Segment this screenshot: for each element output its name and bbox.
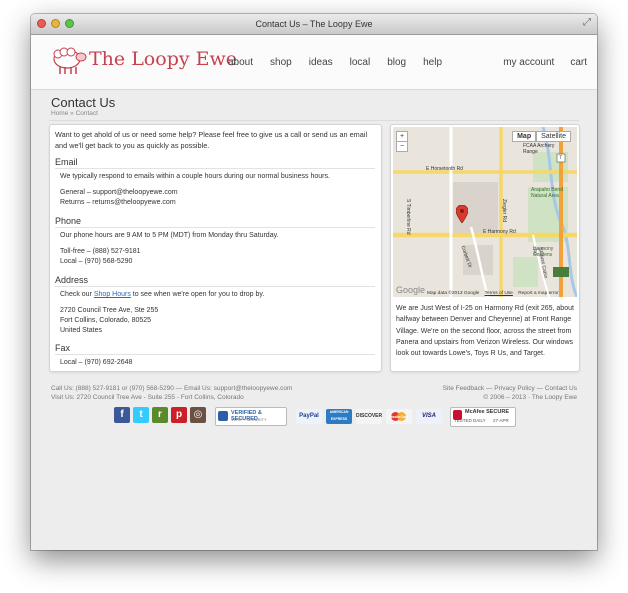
map-type-satellite-button[interactable]: Satellite — [536, 131, 571, 142]
location-card: + − Map Satellite E Horsetooth Rd E Harm… — [390, 124, 580, 372]
facebook-icon[interactable]: f — [114, 407, 130, 423]
amex-icon: AMERICAN EXPRESS — [326, 409, 352, 424]
phone-divider — [55, 227, 375, 228]
map-label-arapaho: Arapaho Bend Natural Area — [531, 187, 563, 199]
title-bar: Contact Us – The Loopy Ewe ⤢ — [31, 14, 597, 35]
nav-local[interactable]: local — [350, 57, 371, 68]
contact-info-card: Want to get ahold of us or need some hel… — [49, 124, 382, 372]
title-divider — [49, 120, 579, 121]
nav-cart[interactable]: cart — [570, 57, 587, 68]
map-type-control: Map Satellite — [512, 131, 571, 142]
map-attribution: Map data ©2013 Google Terms of Use Repor… — [427, 291, 563, 296]
close-window-icon[interactable] — [37, 19, 46, 28]
nav-help[interactable]: help — [423, 57, 442, 68]
address-heading: Address — [55, 275, 89, 285]
footer-links: Site Feedback — Privacy Policy — Contact… — [443, 384, 577, 402]
google-map[interactable]: + − Map Satellite E Horsetooth Rd E Harm… — [393, 127, 577, 297]
map-marker-icon[interactable] — [456, 205, 468, 223]
map-report-link[interactable]: Report a map error — [518, 291, 559, 296]
fax-divider — [55, 354, 375, 355]
pinterest-icon[interactable]: p — [171, 407, 187, 423]
street-address: 2720 Council Tree Ave, Ste 255 Fort Coll… — [60, 306, 158, 335]
address-line1: 2720 Council Tree Ave, Ste 255 — [60, 307, 159, 314]
mcafee-tested: TESTED DAILY — [454, 418, 486, 423]
site-header: The Loopy Ewe about shop ideas local blo… — [31, 35, 597, 90]
phone-heading: Phone — [55, 216, 82, 226]
email-heading: Email — [55, 157, 78, 167]
minimize-window-icon[interactable] — [51, 19, 60, 28]
mastercard-icon: MasterCard — [386, 409, 412, 424]
mcafee-secure-badge[interactable]: McAfee SECURE TESTED DAILY 27-APR — [450, 407, 516, 427]
browser-window: Contact Us – The Loopy Ewe ⤢ The Loopy E… — [31, 14, 597, 550]
address-divider — [55, 286, 375, 287]
map-data-text: Map data ©2013 Google — [427, 291, 480, 296]
site-logo[interactable]: The Loopy Ewe — [49, 44, 239, 78]
map-label-harmony: E Harmony Rd — [483, 229, 516, 235]
footer-visit-line: Visit Us: 2720 Council Tree Ave - Suite … — [51, 394, 244, 401]
sheep-logo-icon — [53, 47, 87, 74]
discover-icon: DISCOVER — [356, 409, 382, 424]
mastercard-text: MasterCard — [389, 415, 409, 419]
logo-text: The Loopy Ewe — [89, 48, 238, 70]
paypal-icon: PayPal — [296, 409, 322, 424]
email-list: General – support@theloopyewe.com Return… — [60, 188, 178, 208]
phone-list: Toll-free – (888) 527-9181 Local – (970)… — [60, 247, 141, 267]
breadcrumb[interactable]: Home » Contact — [51, 110, 98, 117]
footer-link-row[interactable]: Site Feedback — Privacy Policy — Contact… — [443, 384, 577, 393]
address-line2: Fort Collins, Colorado, 80525 — [60, 316, 152, 324]
nav-blog[interactable]: blog — [387, 57, 406, 68]
footer-contact: Call Us: (888) 527-9181 or (970) 568-529… — [51, 384, 292, 402]
nav-shop[interactable]: shop — [270, 57, 292, 68]
phone-tollfree: Toll-free – (888) 527-9181 — [60, 248, 141, 255]
map-label-ziegler: Ziegler Rd — [501, 199, 507, 223]
google-logo[interactable]: Google — [396, 285, 425, 295]
phone-desc: Our phone hours are 9 AM to 5 PM (MDT) f… — [60, 232, 279, 239]
zoom-out-button[interactable]: − — [396, 141, 408, 152]
instagram-icon[interactable]: ◎ — [190, 407, 206, 423]
mcafee-date: 27-APR — [493, 418, 509, 423]
visa-icon: VISA — [416, 409, 442, 424]
map-label-fcaa: FCAA Archery Range — [523, 143, 555, 155]
nav-ideas[interactable]: ideas — [309, 57, 333, 68]
verified-subtext: VERIFY SECURITY — [231, 417, 267, 422]
intro-text: Want to get ahold of us or need some hel… — [55, 130, 368, 150]
footer-call-line: Call Us: (888) 527-9181 or (970) 568-529… — [51, 385, 293, 392]
map-label-road7: 7 — [559, 155, 562, 161]
page-title: Contact Us — [51, 95, 116, 110]
address-desc-after: to see when we're open for you to drop b… — [130, 291, 265, 298]
twitter-icon[interactable]: t — [133, 407, 149, 423]
fax-local: Local – (970) 692-2648 — [60, 359, 133, 366]
email-divider — [55, 168, 375, 169]
ravelry-icon[interactable]: r — [152, 407, 168, 423]
main-nav: about shop ideas local blog help — [228, 35, 459, 89]
shield-icon — [218, 411, 228, 421]
address-desc: Check our Shop Hours to see when we're o… — [60, 290, 264, 300]
map-label-timberline: S Timberline Rd — [405, 199, 411, 235]
map-terms-link[interactable]: Terms of Use — [485, 291, 513, 296]
verified-secured-badge[interactable]: VERIFIED & SECURED VERIFY SECURITY — [215, 407, 287, 426]
window-title: Contact Us – The Loopy Ewe — [255, 19, 373, 29]
phone-local: Local – (970) 568-5290 — [60, 257, 133, 265]
mcafee-text: McAfee SECURE — [465, 409, 510, 415]
email-returns[interactable]: Returns – returns@theloopyewe.com — [60, 198, 178, 208]
location-description: We are Just West of I-25 on Harmony Rd (… — [396, 305, 574, 358]
map-type-map-button[interactable]: Map — [512, 131, 537, 142]
fullscreen-icon[interactable]: ⤢ — [583, 17, 591, 29]
email-desc: We typically respond to emails within a … — [60, 173, 330, 180]
account-nav: my account cart — [487, 35, 587, 89]
email-general[interactable]: General – support@theloopyewe.com — [60, 188, 178, 198]
footer-copyright: © 2006 – 2013 · The Loopy Ewe — [483, 394, 577, 401]
shop-hours-link[interactable]: Shop Hours — [94, 291, 131, 298]
window-controls — [37, 19, 74, 28]
nav-about[interactable]: about — [228, 57, 253, 68]
address-line3: United States — [60, 326, 103, 334]
map-label-horsetooth: E Horsetooth Rd — [426, 166, 463, 172]
address-desc-before: Check our — [60, 291, 94, 298]
fax-heading: Fax — [55, 343, 71, 353]
zoom-window-icon[interactable] — [65, 19, 74, 28]
nav-my-account[interactable]: my account — [503, 57, 554, 68]
